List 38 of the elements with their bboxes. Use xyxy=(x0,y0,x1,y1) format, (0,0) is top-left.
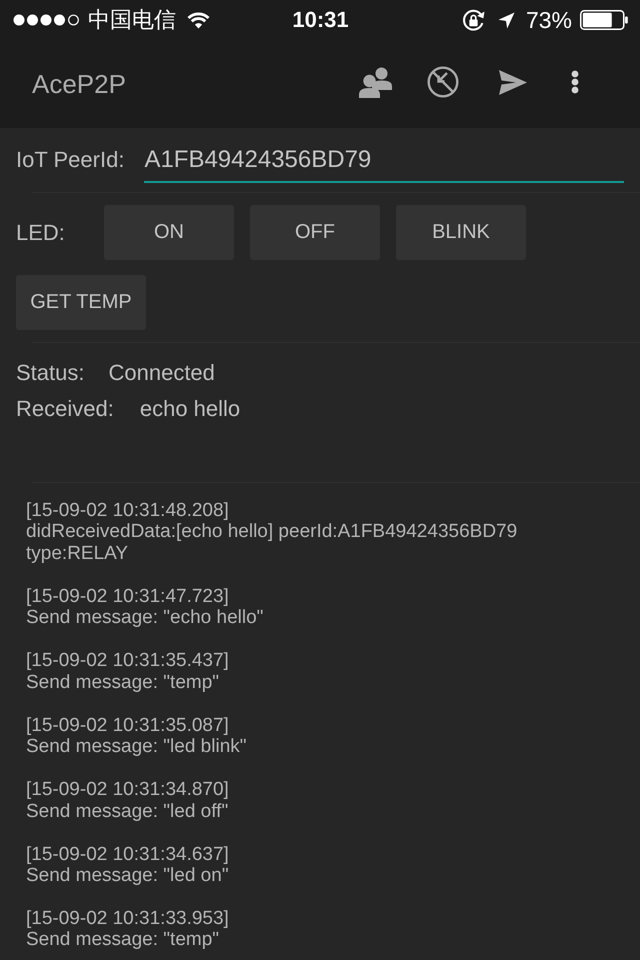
status-value: Connected xyxy=(108,359,215,387)
led-button[interactable]: ON xyxy=(104,205,234,260)
get-temp-button[interactable]: GET TEMP xyxy=(16,275,146,330)
log-message: didReceivedData:[echo hello] peerId:A1FB49424356BD79 type:RELAY xyxy=(26,521,518,564)
log-message: Send message: "led blink" xyxy=(26,736,247,758)
battery-icon xyxy=(580,10,628,30)
log-message: Send message: "temp" xyxy=(26,929,220,951)
signal-strength-icon xyxy=(13,14,80,26)
log-timestamp: [15-09-02 10:31:48.208] xyxy=(26,500,229,522)
send-icon[interactable] xyxy=(499,70,527,94)
log-timestamp: [15-09-02 10:31:35.437] xyxy=(26,650,229,672)
status-label: Status: xyxy=(16,359,84,387)
rotation-lock-icon xyxy=(460,8,486,32)
received-label: Received: xyxy=(16,395,114,423)
led-button[interactable]: OFF xyxy=(250,205,380,260)
peer-id-field[interactable]: A1FB49424356BD79 xyxy=(144,144,624,183)
log-message: Send message: "led off" xyxy=(26,800,228,822)
prohibited-icon[interactable] xyxy=(427,66,459,98)
location-arrow-icon xyxy=(498,12,515,28)
people-icon[interactable] xyxy=(359,66,392,98)
log-message: Send message: "led on" xyxy=(26,864,229,886)
log-message: Send message: "temp" xyxy=(26,672,220,694)
log-timestamp: [15-09-02 10:31:33.953] xyxy=(26,908,229,930)
overflow-menu-icon[interactable] xyxy=(571,70,579,94)
log-timestamp: [15-09-02 10:31:35.087] xyxy=(26,714,229,736)
peer-id-label: IoT PeerId: xyxy=(16,146,124,174)
received-value: echo hello xyxy=(140,395,240,423)
wifi-icon xyxy=(187,12,210,28)
app-title: AceP2P xyxy=(32,68,126,100)
log-message: Send message: "echo hello" xyxy=(26,607,264,629)
battery-percent: 73% xyxy=(526,7,572,33)
led-label: LED: xyxy=(16,218,65,246)
log-timestamp: [15-09-02 10:31:34.870] xyxy=(26,779,229,801)
led-button[interactable]: BLINK xyxy=(396,205,526,260)
clock-time: 10:31 xyxy=(292,7,349,33)
log-timestamp: [15-09-02 10:31:34.637] xyxy=(26,844,229,865)
carrier-name: 中国电信 xyxy=(88,7,176,33)
log-timestamp: [15-09-02 10:31:47.723] xyxy=(26,586,229,608)
